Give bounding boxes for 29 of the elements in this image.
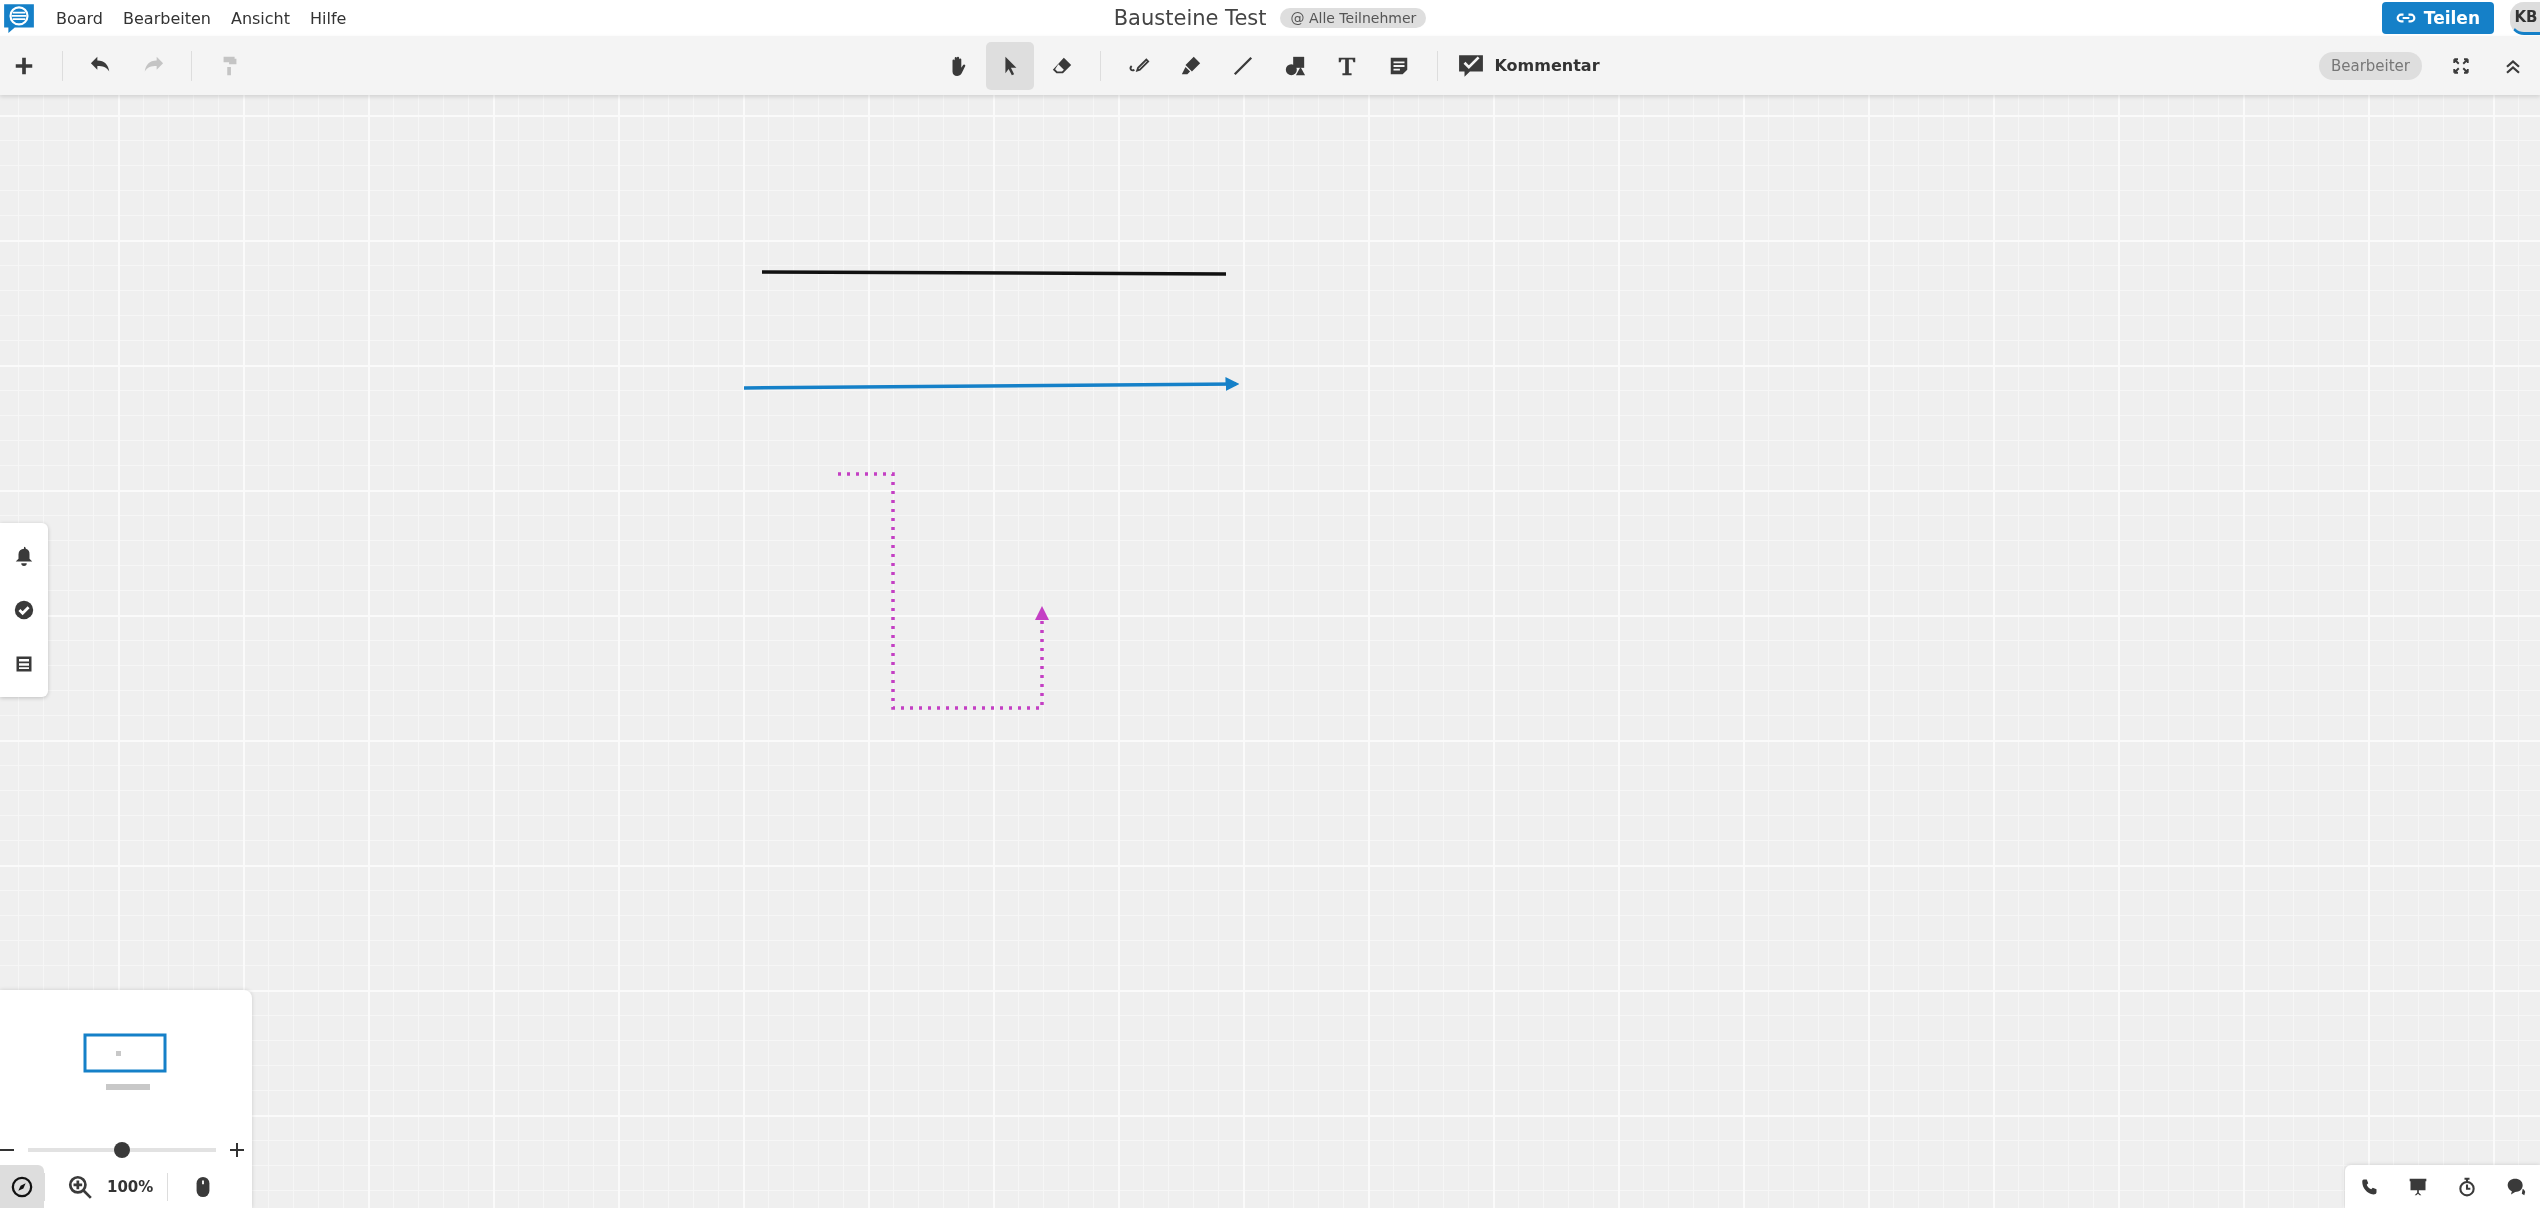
menu-item[interactable]: Bearbeiten: [123, 8, 211, 28]
role-chip: Bearbeiter: [2318, 51, 2422, 80]
user-avatar[interactable]: KB: [2510, 1, 2540, 35]
compass-icon: [11, 1175, 33, 1198]
select-tool-button[interactable]: [986, 41, 1035, 90]
zoom-in-icon: [67, 1173, 93, 1200]
chat-icon: [2505, 1176, 2526, 1197]
zoom-button[interactable]: 100%: [45, 1173, 168, 1200]
timer-icon: [2456, 1176, 2477, 1197]
fullscreen-icon: [2452, 56, 2470, 75]
comment-icon: [1458, 52, 1485, 79]
bell-icon: [13, 545, 35, 567]
phone-icon: [2360, 1177, 2379, 1196]
check-circle-icon: [13, 599, 35, 621]
menu-item[interactable]: Hilfe: [310, 8, 347, 28]
navigator-tab[interactable]: [0, 1165, 44, 1208]
plus-icon: [230, 1143, 244, 1157]
menu-item[interactable]: Ansicht: [230, 8, 290, 28]
audience-chip[interactable]: @ Alle Teilnehmer: [1280, 8, 1427, 28]
presentation-icon: [2408, 1176, 2429, 1197]
board-title: Bausteine Test: [1113, 6, 1267, 30]
menu-item[interactable]: Board: [56, 8, 104, 28]
highlighter-icon: [1180, 54, 1203, 77]
zoom-in-button[interactable]: [230, 1143, 244, 1157]
list-icon: [14, 654, 34, 674]
share-button[interactable]: Teilen: [2381, 2, 2494, 34]
line-icon: [1232, 54, 1255, 77]
shapes-icon: [1284, 54, 1307, 77]
comment-tool-button[interactable]: Kommentar: [1452, 51, 1606, 80]
